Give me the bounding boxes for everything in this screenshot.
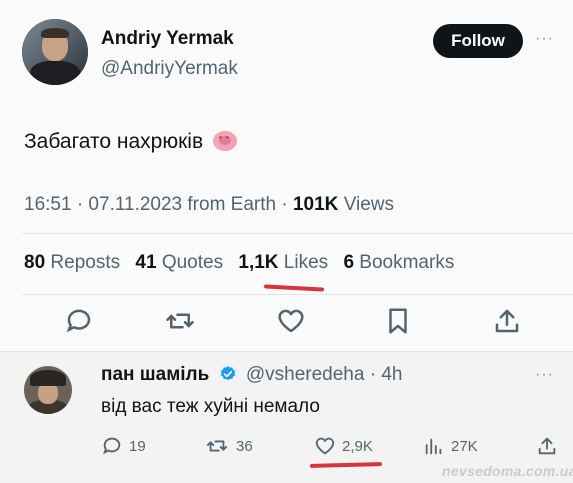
author-avatar[interactable] xyxy=(22,19,88,85)
stat-bookmarks[interactable]: 6 Bookmarks xyxy=(343,252,454,273)
follow-button[interactable]: Follow xyxy=(433,24,523,58)
red-underline-annotation xyxy=(263,284,325,292)
reply-views-button[interactable]: 27K xyxy=(423,434,478,458)
reply-icon[interactable] xyxy=(64,306,94,336)
like-icon xyxy=(315,437,335,455)
tweet-text-content: Забагато нахрюків xyxy=(24,130,204,153)
tweet-text: Забагато нахрюків xyxy=(24,130,237,154)
stat-reposts[interactable]: 80 Reposts xyxy=(24,252,120,273)
reply-more-options-icon[interactable]: ··· xyxy=(535,366,554,384)
reply-views-count: 27K xyxy=(451,437,478,455)
divider xyxy=(22,233,573,234)
reply-repost-button[interactable]: 36 xyxy=(204,434,253,458)
watermark: nevsedoma.com.ua xyxy=(442,463,573,479)
engagement-stats: 80 Reposts 41 Quotes 1,1K Likes 6 Bookma… xyxy=(24,252,464,274)
reply-icon xyxy=(103,437,121,455)
bookmark-icon[interactable] xyxy=(383,306,413,336)
views-label: Views xyxy=(343,194,395,215)
reply-reposts-count: 36 xyxy=(236,437,253,455)
reply-author-line: пан шаміль @vsheredeha · 4h xyxy=(101,364,402,386)
repost-icon xyxy=(206,440,228,452)
share-icon xyxy=(538,437,556,455)
reply-author-name[interactable]: пан шаміль xyxy=(101,364,209,385)
repost-icon[interactable] xyxy=(165,306,195,336)
reply-tweet: пан шаміль @vsheredeha · 4h ··· від вас … xyxy=(0,352,573,483)
reply-share-button[interactable] xyxy=(536,434,558,458)
views-chart-icon xyxy=(425,438,442,455)
author-handle[interactable]: @AndriyYermak xyxy=(101,58,238,80)
red-underline-annotation xyxy=(309,462,383,468)
stat-likes[interactable]: 1,1K Likes xyxy=(238,252,328,273)
verified-badge-icon xyxy=(219,365,237,383)
views-count: 101K xyxy=(292,194,339,215)
pig-nose-emoji-icon xyxy=(212,131,237,151)
reply-author-handle[interactable]: @vsheredeha · 4h xyxy=(246,364,403,385)
like-icon[interactable] xyxy=(276,306,306,336)
reply-reply-button[interactable]: 19 xyxy=(101,434,146,458)
more-options-icon[interactable]: ··· xyxy=(535,30,554,48)
stat-quotes[interactable]: 41 Quotes xyxy=(135,252,223,273)
reply-likes-count: 2,9K xyxy=(342,437,373,455)
share-icon[interactable] xyxy=(492,306,522,336)
reply-like-button[interactable]: 2,9K xyxy=(314,434,373,458)
reply-text: від вас теж хуйні немало xyxy=(101,396,320,417)
author-name[interactable]: Andriy Yermak xyxy=(101,28,234,50)
divider xyxy=(22,294,573,295)
main-tweet: Andriy Yermak @AndriyYermak Follow ··· З… xyxy=(0,0,573,352)
reply-replies-count: 19 xyxy=(129,437,146,455)
tweet-timestamp[interactable]: 16:51 · 07.11.2023 from Earth · xyxy=(24,194,288,215)
tweet-metadata: 16:51 · 07.11.2023 from Earth · 101K Vie… xyxy=(24,194,394,216)
reply-author-avatar[interactable] xyxy=(24,366,72,414)
tweet-action-bar xyxy=(0,306,573,338)
